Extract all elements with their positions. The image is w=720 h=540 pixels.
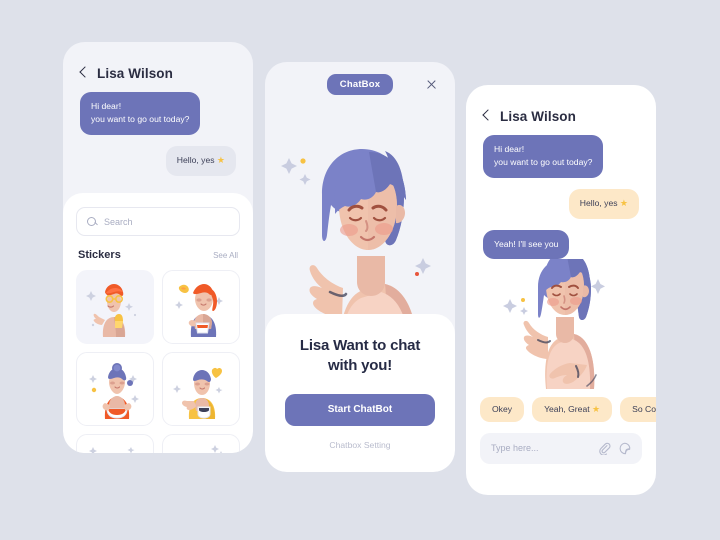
star-icon: ★	[619, 197, 628, 208]
sticker-boy-glasses-snack-icon	[86, 284, 137, 337]
message-row-incoming: Yeah! I'll see you	[466, 229, 656, 259]
chat-header: Lisa Wilson	[466, 85, 656, 124]
message-input-bar[interactable]: Type here...	[480, 432, 642, 464]
chevron-left-icon[interactable]	[483, 110, 491, 123]
quick-reply-chip[interactable]: Yeah, Great ★	[532, 396, 613, 422]
page-title: Lisa Wilson	[500, 109, 576, 124]
star-icon: ★	[216, 154, 225, 165]
sticker-row-three-right-icon	[211, 445, 222, 453]
quick-reply-label: So Cool	[632, 403, 656, 414]
message-bubble-incoming: Yeah! I'll see you	[483, 229, 570, 259]
message-line: Yeah! I'll see you	[494, 238, 559, 249]
quick-reply-label: Okey	[492, 403, 513, 414]
sticker-row-three-left-icon	[89, 447, 135, 453]
message-line: you want to go out today?	[91, 114, 190, 125]
phone-screen-chat-active: Lisa Wilson Hi dear! you want to go out …	[466, 85, 656, 495]
close-icon[interactable]	[426, 79, 437, 90]
search-icon	[87, 216, 97, 227]
sticker-girl-bun-bowl-icon	[89, 363, 139, 419]
chatbox-badge: ChatBox	[326, 73, 394, 95]
sticker-smiley-icon[interactable]	[618, 442, 631, 455]
message-bubble-outgoing: Hello, yes ★	[165, 145, 236, 176]
message-bubble-outgoing: Hello, yes ★	[568, 188, 639, 219]
chevron-left-icon[interactable]	[80, 67, 88, 80]
message-text: Hello, yes	[176, 154, 215, 165]
message-row-incoming: Hi dear! you want to go out today?	[466, 135, 656, 178]
message-row-incoming: Hi dear! you want to go out today?	[63, 92, 253, 135]
message-line: Hi dear!	[91, 101, 122, 111]
stickers-bottom-sheet: Search Stickers See All	[63, 193, 253, 453]
star-icon: ★	[592, 403, 601, 414]
message-text: Hello, yes	[579, 197, 618, 208]
quick-reply-label: Yeah, Great	[544, 403, 590, 414]
see-all-link[interactable]: See All	[213, 251, 238, 260]
chat-illustration	[466, 258, 656, 389]
message-bubble-incoming: Hi dear! you want to go out today?	[80, 92, 201, 135]
sticker-item[interactable]	[162, 270, 240, 344]
start-chatbot-button[interactable]: Start ChatBot	[285, 393, 435, 426]
cta-title: Lisa Want to chat with you!	[285, 336, 435, 376]
sticker-boy-yellow-coffee-icon	[173, 367, 223, 419]
message-row-outgoing: Hello, yes ★	[466, 188, 656, 219]
sticker-item[interactable]	[162, 434, 240, 453]
chat-header: Lisa Wilson	[63, 42, 253, 81]
sticker-item[interactable]	[76, 270, 154, 344]
paperclip-icon[interactable]	[598, 442, 611, 455]
sticker-item[interactable]	[76, 352, 154, 426]
quick-reply-chip[interactable]: Okey	[480, 396, 525, 422]
chatbox-header: ChatBox	[265, 62, 455, 106]
message-input-placeholder: Type here...	[491, 443, 539, 454]
stickers-section-header: Stickers See All	[78, 249, 238, 261]
quick-reply-chip[interactable]: So Cool	[620, 396, 656, 422]
screenshot-canvas: Lisa Wilson Hi dear! you want to go out …	[0, 0, 720, 540]
section-title: Stickers	[78, 249, 121, 261]
cta-title-line-2: with you!	[327, 356, 393, 374]
message-bubble-incoming: Hi dear! you want to go out today?	[483, 135, 604, 178]
sticker-girl-ponytail-cup-icon	[175, 284, 223, 337]
stickers-grid	[76, 270, 240, 453]
search-placeholder: Search	[104, 216, 133, 227]
sticker-item[interactable]	[76, 434, 154, 453]
woman-waving-illustration	[503, 258, 605, 389]
message-line: you want to go out today?	[494, 157, 593, 168]
cta-card: Lisa Want to chat with you! Start ChatBo…	[265, 314, 455, 472]
phone-screen-chat-with-stickers: Lisa Wilson Hi dear! you want to go out …	[63, 42, 253, 453]
sticker-item[interactable]	[162, 352, 240, 426]
message-row-outgoing: Hello, yes ★	[63, 145, 253, 176]
message-line: Hi dear!	[494, 144, 525, 154]
chatbox-setting-link[interactable]: Chatbox Setting	[285, 440, 435, 450]
phone-screen-chatbot-intro: ChatBox Lisa Want to chat with you! Star…	[265, 62, 455, 472]
search-input[interactable]: Search	[76, 207, 240, 236]
cta-title-line-1: Lisa Want to chat	[299, 337, 421, 354]
page-title: Lisa Wilson	[97, 66, 173, 81]
quick-replies: Okey Yeah, Great ★ So Cool	[466, 396, 656, 422]
